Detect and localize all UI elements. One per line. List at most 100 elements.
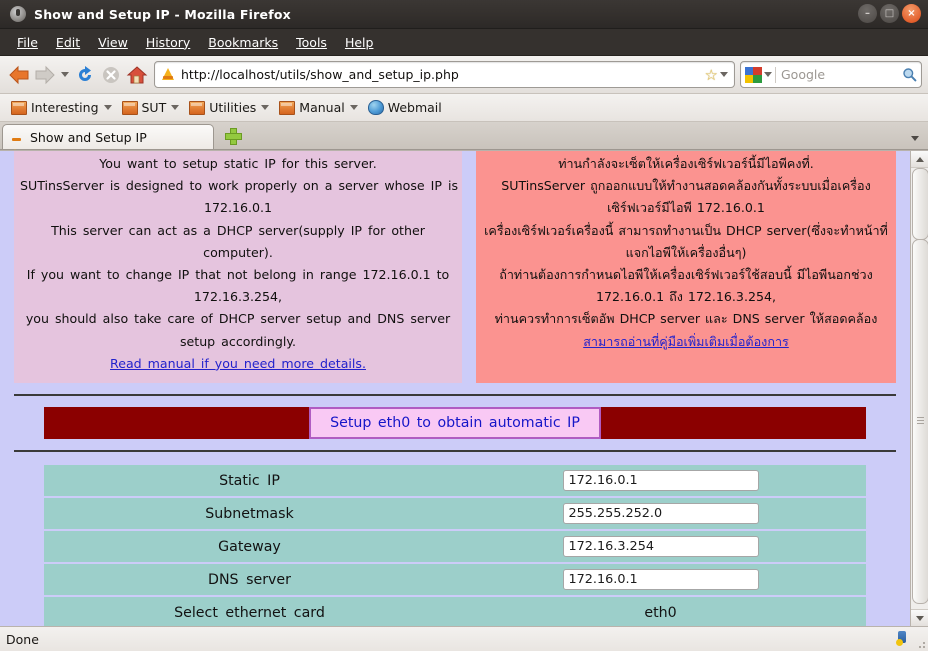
- banner-left-fill: [44, 407, 309, 440]
- scrollbar-track-upper[interactable]: [912, 168, 928, 240]
- info-panels: You want to setup static IP for this ser…: [14, 151, 896, 384]
- search-bar[interactable]: Google: [740, 61, 922, 88]
- firefox-window: Show and Setup IP - Mozilla Firefox – □ …: [0, 0, 928, 651]
- chevron-down-icon: [103, 105, 112, 110]
- chevron-down-icon: [171, 105, 180, 110]
- gateway-input[interactable]: [562, 536, 759, 558]
- folder-icon: [189, 100, 206, 115]
- home-button[interactable]: [124, 62, 150, 88]
- row-value: [455, 531, 866, 563]
- row-value: [455, 465, 866, 497]
- menu-bar: File Edit View History Bookmarks Tools H…: [0, 29, 928, 56]
- chevron-down-icon: [61, 72, 69, 77]
- home-icon: [126, 65, 148, 83]
- new-tab-button[interactable]: [223, 126, 243, 146]
- bookmark-manual[interactable]: Manual: [274, 100, 362, 115]
- menu-view[interactable]: View: [89, 33, 137, 52]
- url-text[interactable]: http://localhost/utils/show_and_setup_ip…: [181, 67, 705, 82]
- tab-label: Show and Setup IP: [30, 129, 147, 145]
- table-row: Select ethernet card eth0: [44, 597, 866, 626]
- panel-en-line: 172.16.3.254,: [193, 289, 283, 305]
- table-row: Subnetmask: [44, 498, 866, 530]
- panel-th-line: ท่านควรทำการเซ็ตอัพ DHCP server และ DNS …: [494, 311, 878, 327]
- bookmark-webmail[interactable]: Webmail: [363, 100, 447, 115]
- table-row: Gateway: [44, 531, 866, 563]
- panel-th-line: เครื่องเซิร์ฟเวอร์เครื่องนี้ สามารถทำงาน…: [484, 222, 888, 238]
- panel-en-line: you should also take care of DHCP server…: [25, 311, 451, 327]
- addon-status-icon[interactable]: [896, 631, 908, 646]
- maximize-button[interactable]: □: [880, 4, 899, 23]
- back-button[interactable]: [6, 62, 32, 88]
- vertical-scrollbar[interactable]: [910, 151, 928, 626]
- panel-th-line: ถ้าท่านต้องการกำหนดไอพีให้เครื่องเซิร์ฟเ…: [499, 267, 873, 283]
- bookmark-star-icon[interactable]: ☆: [705, 66, 718, 84]
- menu-bookmarks-label: Bookmarks: [208, 34, 279, 50]
- panel-th-line: ท่านกำลังจะเซ็ตให้เครื่องเซิร์ฟเวอร์นี้ม…: [558, 156, 814, 171]
- row-value: [455, 564, 866, 596]
- bookmark-sut[interactable]: SUT: [117, 100, 185, 115]
- folder-icon: [11, 100, 27, 115]
- panel-en-line: 172.16.0.1: [203, 200, 273, 216]
- history-dropdown-button[interactable]: [58, 72, 72, 77]
- magnifier-icon: [902, 68, 916, 82]
- search-engine-dropdown-icon[interactable]: [764, 72, 772, 77]
- navigation-toolbar: http://localhost/utils/show_and_setup_ip…: [0, 56, 928, 94]
- static-ip-input[interactable]: [562, 470, 759, 492]
- triangle-down-icon: [915, 615, 924, 621]
- dns-server-input[interactable]: [562, 569, 759, 591]
- status-bar: Done: [0, 626, 928, 651]
- setup-auto-ip-button[interactable]: Setup eth0 to obtain automatic IP: [309, 407, 601, 440]
- menu-edit[interactable]: Edit: [47, 33, 89, 52]
- url-dropdown-icon[interactable]: [720, 72, 728, 77]
- maximize-icon: □: [884, 7, 895, 19]
- row-label: Gateway: [44, 531, 455, 563]
- bookmark-label: Webmail: [387, 100, 442, 115]
- folder-icon: [121, 100, 138, 115]
- reload-button[interactable]: [72, 62, 98, 88]
- scrollbar-thumb[interactable]: [912, 239, 928, 604]
- tab-show-and-setup-ip[interactable]: Show and Setup IP: [2, 124, 214, 160]
- banner-right-fill: [601, 407, 866, 440]
- menu-help[interactable]: Help: [336, 33, 383, 52]
- subnetmask-input[interactable]: [562, 503, 759, 525]
- panel-en-line: This server can act as a DHCP server(sup…: [51, 222, 425, 238]
- chevron-down-icon: [349, 105, 358, 110]
- arrow-left-icon: [9, 65, 29, 84]
- menu-tools[interactable]: Tools: [287, 33, 336, 52]
- menu-history[interactable]: History: [137, 33, 199, 52]
- row-label: Subnetmask: [44, 498, 455, 530]
- browser-viewport: You want to setup static IP for this ser…: [0, 150, 928, 626]
- menu-file-label: File: [17, 34, 38, 50]
- url-bar[interactable]: http://localhost/utils/show_and_setup_ip…: [154, 61, 735, 88]
- bookmark-utilities[interactable]: Utilities: [184, 100, 274, 115]
- menu-bookmarks[interactable]: Bookmarks: [199, 33, 287, 52]
- panel-th-line: SUTinsServer ถูกออกแบบให้ทำงานสอดคล้องกั…: [501, 178, 871, 194]
- read-manual-link-th[interactable]: สามารถอ่านที่คู่มือเพิ่มเติมเมื่อต้องการ: [583, 331, 789, 353]
- menu-view-label: View: [98, 34, 128, 50]
- bookmark-label: Manual: [299, 100, 345, 115]
- minimize-button[interactable]: –: [858, 4, 877, 23]
- bookmark-interesting[interactable]: Interesting: [6, 100, 117, 115]
- close-button[interactable]: ×: [902, 4, 921, 23]
- stop-button[interactable]: [98, 62, 124, 88]
- scroll-down-button[interactable]: [911, 609, 928, 626]
- menu-help-label: Help: [344, 34, 374, 50]
- bookmark-label: SUT: [141, 100, 167, 115]
- resize-grip[interactable]: [916, 639, 926, 649]
- triangle-up-icon: [915, 156, 924, 162]
- bookmark-label: Interesting: [31, 100, 99, 115]
- panel-th-line: เซิร์ฟเวอร์มีไอพี 172.16.0.1: [607, 200, 765, 216]
- search-divider: [775, 66, 776, 83]
- tab-list-dropdown-icon[interactable]: [911, 136, 919, 141]
- search-submit-button[interactable]: [900, 67, 918, 82]
- read-manual-link-en[interactable]: Read manual if you need more details.: [110, 353, 366, 375]
- panel-en-line: If you want to change IP that not belong…: [26, 267, 450, 283]
- minimize-icon: –: [865, 7, 870, 19]
- search-input[interactable]: Google: [781, 67, 900, 82]
- menu-file[interactable]: File: [8, 33, 47, 52]
- arrow-right-icon: [35, 65, 55, 84]
- scroll-up-button[interactable]: [911, 151, 928, 168]
- ip-settings-table: Static IP Subnetmask Gateway: [44, 463, 866, 626]
- forward-button[interactable]: [32, 62, 58, 88]
- panel-en-line: SUTinsServer is designed to work properl…: [20, 178, 458, 194]
